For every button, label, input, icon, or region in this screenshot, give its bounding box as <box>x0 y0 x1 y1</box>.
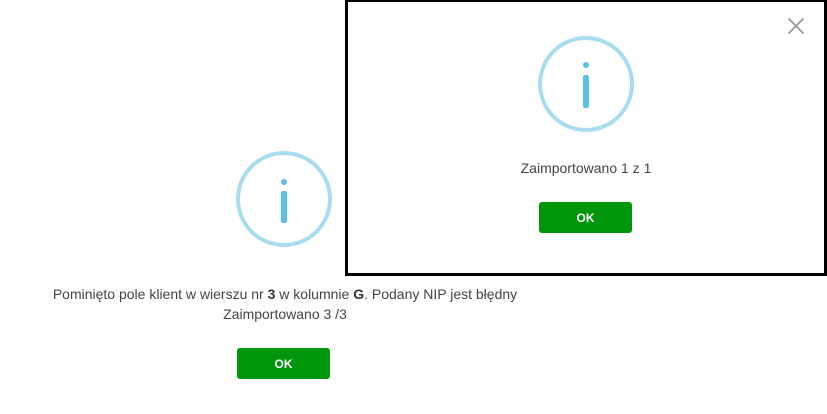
info-icon <box>538 36 634 132</box>
import-summary-line: Zaimportowano 3 /3 <box>223 306 347 322</box>
screen: Pominięto pole klient w wierszu nr 3 w k… <box>0 0 827 414</box>
info-icon <box>236 151 332 247</box>
import-result-modal: Zaimportowano 1 z 1 OK <box>345 0 827 276</box>
modal-ok-button[interactable]: OK <box>539 202 632 233</box>
error-message-line: Pominięto pole klient w wierszu nr 3 w k… <box>52 286 518 302</box>
column-letter: G <box>353 286 365 302</box>
modal-message: Zaimportowano 1 z 1 <box>520 160 652 176</box>
close-icon[interactable] <box>786 16 806 36</box>
background-ok-button[interactable]: OK <box>237 348 330 379</box>
import-message: Pominięto pole klient w wierszu nr 3 w k… <box>0 284 570 324</box>
